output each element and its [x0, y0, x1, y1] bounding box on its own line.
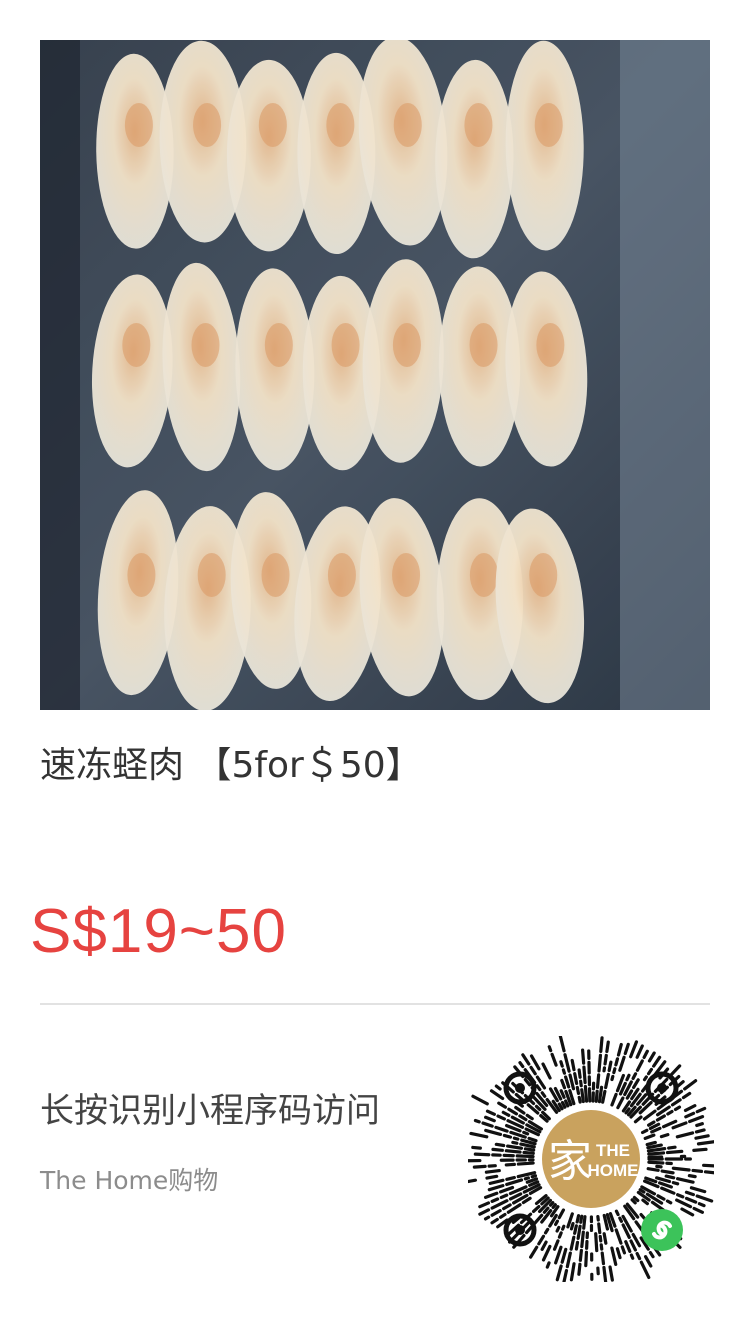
product-price: S$19~50 [30, 897, 287, 966]
product-image[interactable] [40, 40, 710, 710]
qr-caption: 长按识别小程序码访问 [40, 1091, 380, 1131]
frozen-razor-clam-photo [40, 40, 710, 710]
mini-program-code[interactable]: 家 THE HOME [466, 1033, 723, 1285]
shop-name: The Home购物 [40, 1166, 219, 1195]
logo-glyph: 家 [548, 1136, 592, 1187]
mini-program-icon [641, 1209, 683, 1251]
the-home-logo: 家 THE HOME [539, 1107, 643, 1211]
divider [40, 1003, 710, 1005]
product-title: 速冻蛏肉 【5for＄50】 [40, 745, 422, 786]
logo-text-home: HOME [588, 1161, 639, 1180]
logo-text-the: THE [596, 1141, 630, 1160]
